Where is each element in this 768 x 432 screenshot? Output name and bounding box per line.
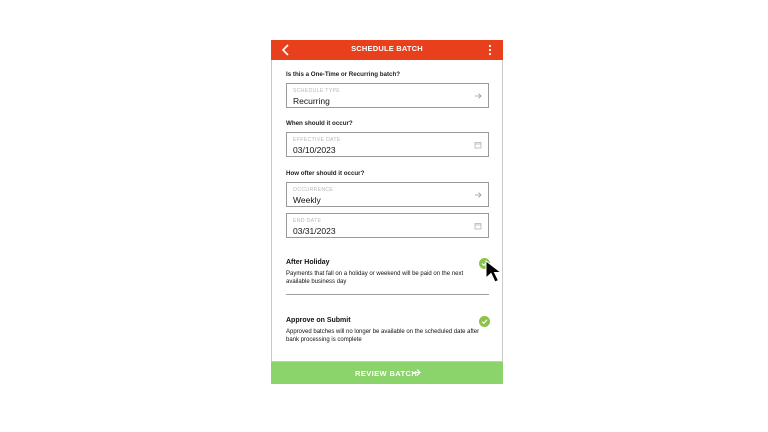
end-date-value: 03/31/2023 [293,226,336,236]
occurrence-value: Weekly [293,195,321,205]
divider [286,294,489,295]
end-date-field[interactable]: END DATE 03/31/2023 [286,213,489,238]
effective-date-label: EFFECTIVE DATE [293,137,341,143]
review-batch-button[interactable]: REVIEW BATCH [271,362,503,384]
end-date-label: END DATE [293,218,322,224]
effective-date-field[interactable]: EFFECTIVE DATE 03/10/2023 [286,132,489,157]
after-holiday-title: After Holiday [286,259,330,266]
more-vertical-icon[interactable] [487,44,493,56]
after-holiday-description: Payments that fall on a holiday or weeke… [286,271,464,285]
effective-date-value: 03/10/2023 [293,145,336,155]
arrow-right-icon [413,369,421,376]
approve-on-submit-check-icon[interactable] [479,316,490,327]
question-batch-type: Is this a One-Time or Recurring batch? [286,71,401,78]
calendar-icon[interactable] [474,222,482,230]
occurrence-field[interactable]: OCCURRENCE Weekly [286,182,489,207]
schedule-type-value: Recurring [293,96,330,106]
mobile-screen: SCHEDULE BATCH Is this a One-Time or Rec… [271,40,503,384]
calendar-icon[interactable] [474,141,482,149]
form-body: Is this a One-Time or Recurring batch? S… [271,60,503,362]
pointer-cursor-icon [485,259,503,283]
approve-on-submit-description: Approved batches will no longer be avail… [286,329,480,343]
page-title: SCHEDULE BATCH [351,44,423,53]
approve-on-submit-title: Approve on Submit [286,317,351,324]
review-batch-label: REVIEW BATCH [355,369,418,378]
arrow-right-icon [475,192,482,198]
header-bar: SCHEDULE BATCH [271,40,503,60]
schedule-type-field[interactable]: SCHEDULE TYPE Recurring [286,83,489,108]
arrow-right-icon [475,93,482,99]
schedule-type-label: SCHEDULE TYPE [293,88,341,94]
occurrence-label: OCCURRENCE [293,187,334,193]
question-when: When should it occur? [286,120,353,127]
question-how-often: How ofter should it occur? [286,170,365,177]
